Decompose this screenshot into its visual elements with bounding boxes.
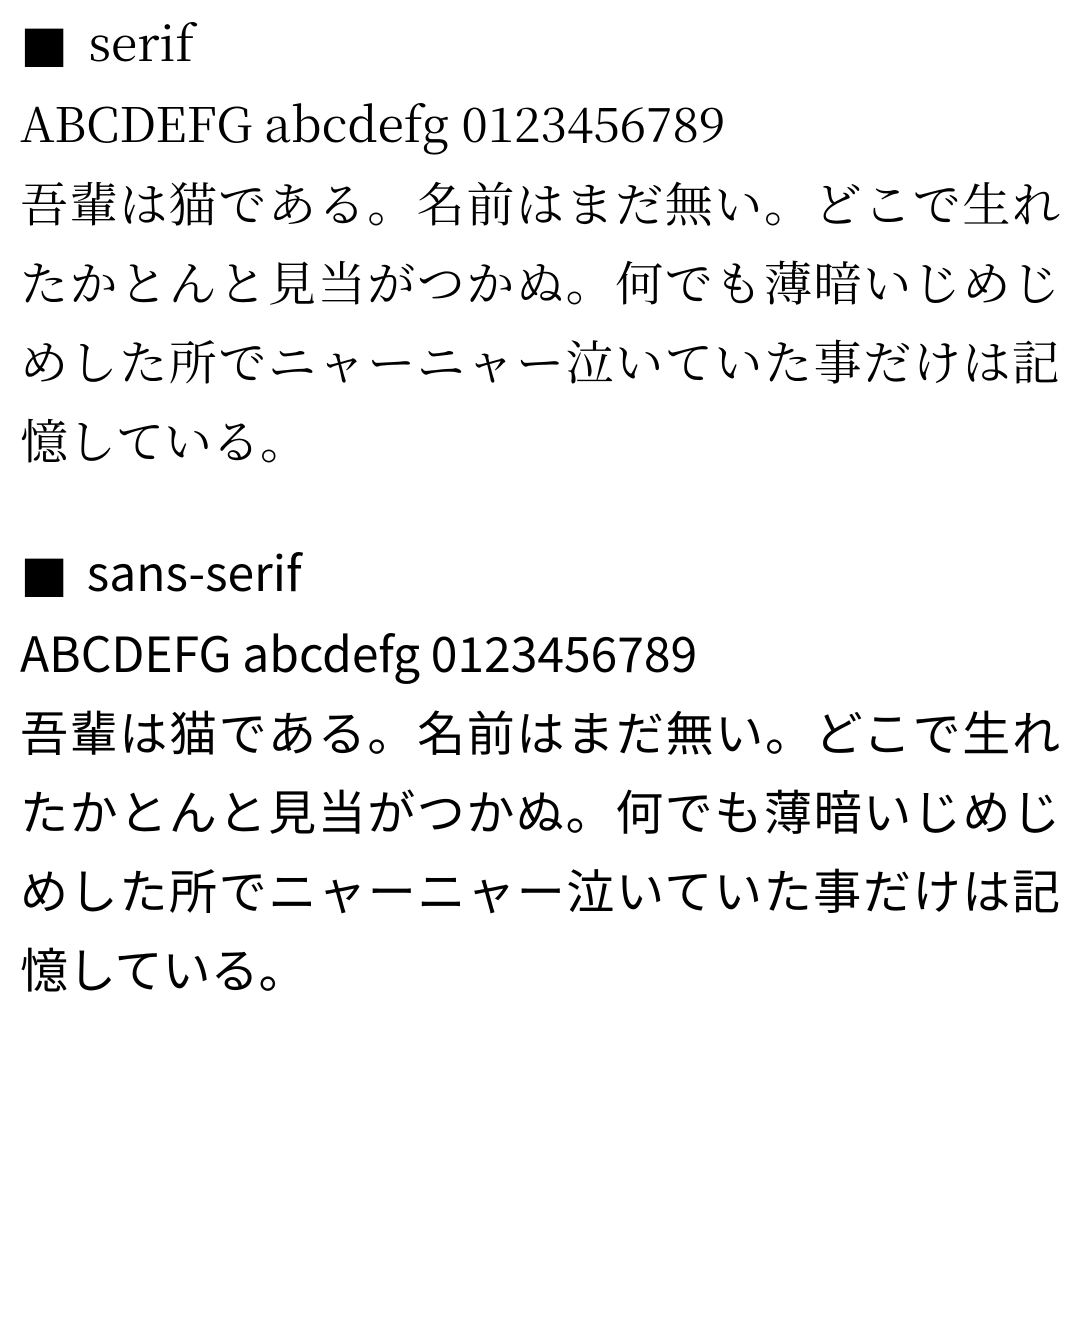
font-sample-sans-serif: ■ sans-serif ABCDEFG abcdefg 0123456789 … bbox=[20, 539, 1060, 1008]
japanese-sample-text: 吾輩は猫である。名前はまだ無い。どこで生れたかとんと見当がつかぬ。何でも薄暗いじ… bbox=[20, 162, 1060, 479]
section-heading: ■ serif bbox=[20, 10, 1060, 78]
latin-sample-text: ABCDEFG abcdefg 0123456789 bbox=[20, 615, 1060, 687]
section-heading: ■ sans-serif bbox=[20, 539, 1060, 607]
heading-text: sans-serif bbox=[87, 535, 302, 605]
japanese-sample-text: 吾輩は猫である。名前はまだ無い。どこで生れたかとんと見当がつかぬ。何でも薄暗いじ… bbox=[20, 691, 1060, 1008]
heading-text: serif bbox=[88, 6, 194, 75]
bullet-icon: ■ bbox=[20, 544, 68, 606]
latin-sample-text: ABCDEFG abcdefg 0123456789 bbox=[20, 86, 1060, 158]
font-sample-serif: ■ serif ABCDEFG abcdefg 0123456789 吾輩は猫で… bbox=[20, 10, 1060, 479]
bullet-icon: ■ bbox=[20, 15, 68, 77]
